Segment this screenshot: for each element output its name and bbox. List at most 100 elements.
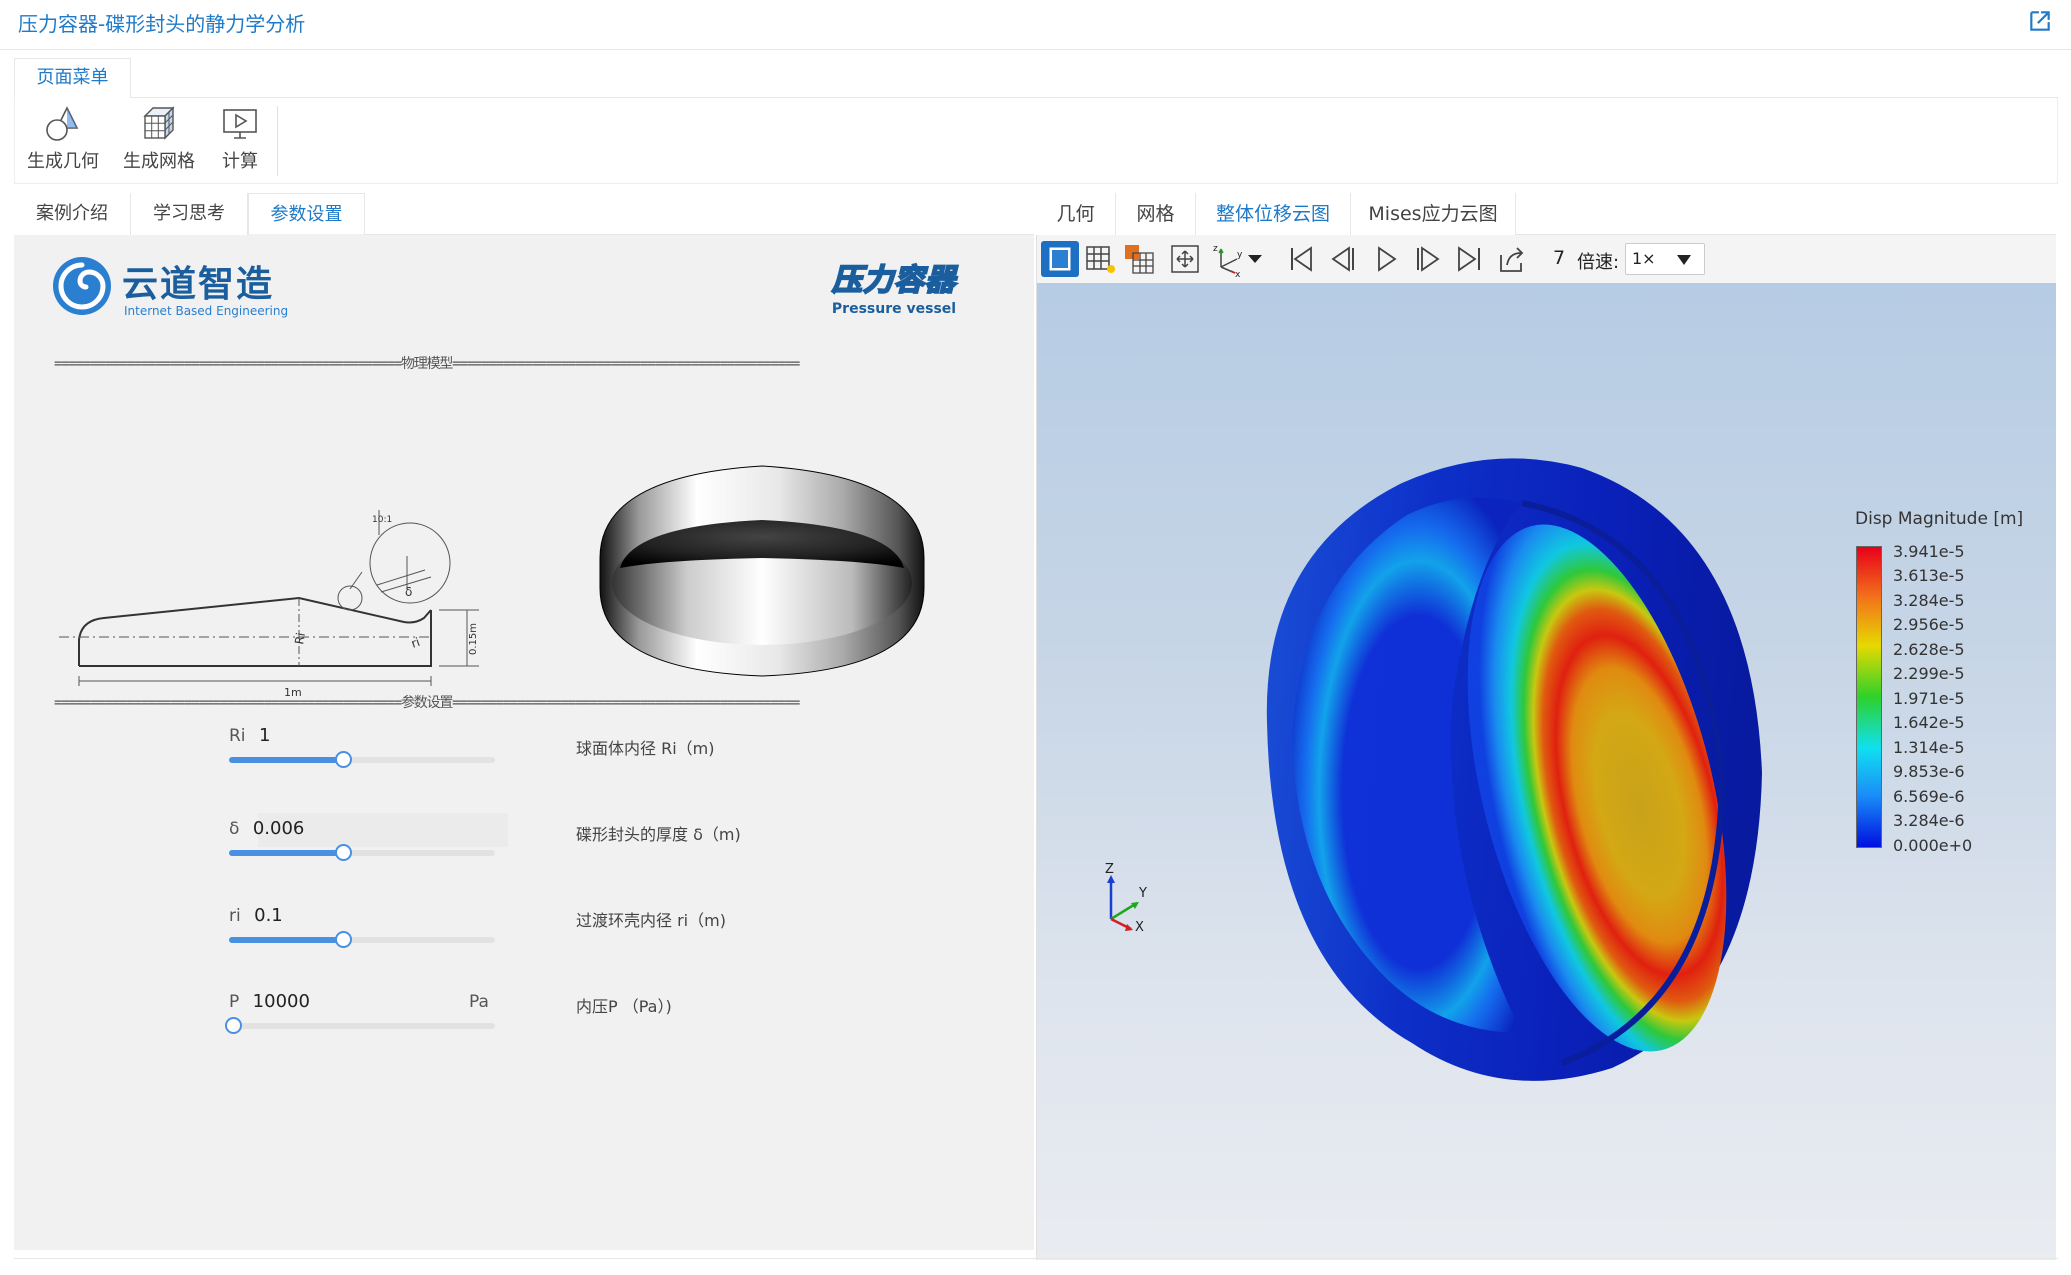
tab-page-menu[interactable]: 页面菜单	[14, 58, 131, 98]
param-Ri-value[interactable]: 1	[259, 725, 270, 746]
mesh-cube-icon	[143, 106, 175, 140]
slider-handle[interactable]	[335, 844, 352, 861]
legend-title: Disp Magnitude [m]	[1855, 509, 2024, 529]
slider-handle[interactable]	[335, 931, 352, 948]
mesh-grid-icon[interactable]	[1081, 241, 1119, 277]
param-delta-desc: 碟形封头的厚度 δ（m)	[576, 825, 741, 844]
product-badge: 压力容器 Pressure vessel	[814, 255, 974, 317]
prev-frame-icon[interactable]	[1325, 241, 1363, 277]
tab-learning[interactable]: 学习思考	[131, 193, 248, 235]
chevron-down-icon	[1677, 255, 1691, 265]
viewer-toolbar: zyx 7 倍速: 1×	[1036, 235, 2056, 283]
head-3d-render	[599, 465, 925, 677]
dim-delta-label: δ	[405, 585, 412, 599]
fit-view-icon[interactable]	[1167, 241, 1205, 277]
slider-handle[interactable]	[335, 751, 352, 768]
result-tab-bar: 几何 网格 整体位移云图 Mises应力云图	[1036, 193, 2056, 235]
result-viewer[interactable]: Disp Magnitude [m] 3.941e-5 3.613e-5 3.2…	[1036, 283, 2056, 1260]
dropdown-arrow-icon[interactable]	[1243, 241, 1267, 277]
solid-view-icon[interactable]	[1041, 241, 1079, 277]
axes-icon[interactable]: zyx	[1209, 241, 1247, 280]
axis-x-label: X	[1135, 920, 1144, 933]
logo-en-text: Internet Based Engineering	[124, 304, 289, 318]
generate-geometry-label: 生成几何	[27, 151, 99, 172]
tab-mises-stress[interactable]: Mises应力云图	[1351, 193, 1516, 235]
param-ri-key: ri	[229, 906, 241, 926]
generate-geometry-button[interactable]: 生成几何	[23, 104, 103, 180]
legend-value: 2.956e-5	[1893, 615, 1965, 634]
left-tab-bar: 案例介绍 学习思考 参数设置	[14, 193, 1034, 235]
light-mesh-icon[interactable]	[1121, 241, 1159, 277]
slider-handle[interactable]	[225, 1017, 242, 1034]
legend-value: 6.569e-6	[1893, 787, 1965, 806]
param-Ri-key: Ri	[229, 726, 246, 746]
param-delta-slider[interactable]	[229, 844, 495, 861]
compute-button[interactable]: 计算	[215, 104, 265, 180]
legend-value: 1.971e-5	[1893, 689, 1965, 708]
orientation-triad: Z Y X	[1105, 863, 1147, 933]
generate-mesh-label: 生成网格	[123, 151, 195, 172]
legend-value: 9.853e-6	[1893, 762, 1965, 781]
parameter-panel: 云道智造 Internet Based Engineering 压力容器 Pre…	[14, 235, 1034, 1250]
compute-label: 计算	[222, 151, 258, 172]
product-cn-text: 压力容器	[831, 262, 956, 299]
generate-mesh-button[interactable]: 生成网格	[119, 104, 199, 180]
param-ri-desc: 过渡环壳内径 ri（m)	[576, 911, 726, 930]
tab-displacement[interactable]: 整体位移云图	[1196, 193, 1351, 235]
param-delta-key: δ	[229, 819, 240, 839]
head-section-drawing: 1m Ri ri δ 0.15m 10:1	[59, 510, 479, 699]
legend-value: 3.613e-5	[1893, 566, 1965, 585]
external-link-icon[interactable]	[2027, 8, 2053, 34]
dim-height-label: 0.15m	[468, 623, 479, 655]
logo-cn-text: 云道智造	[122, 264, 275, 305]
axis-z-label: Z	[1105, 863, 1114, 877]
frame-number: 7	[1553, 247, 1566, 269]
speed-select[interactable]: 1×	[1625, 243, 1705, 275]
legend-value: 3.941e-5	[1893, 542, 1965, 561]
tab-geometry[interactable]: 几何	[1036, 193, 1116, 235]
legend-value: 0.000e+0	[1893, 836, 1973, 855]
legend-color-bar	[1856, 546, 1882, 848]
legend-value: 2.628e-5	[1893, 640, 1965, 659]
next-frame-icon[interactable]	[1409, 241, 1447, 277]
speed-label: 倍速:	[1577, 252, 1620, 273]
tab-case-intro[interactable]: 案例介绍	[14, 193, 131, 235]
param-delta-value[interactable]: 0.006	[253, 818, 305, 839]
param-ri-value[interactable]: 0.1	[254, 905, 283, 926]
displacement-contour-model	[1266, 458, 1762, 1081]
param-Ri-desc: 球面体内径 Ri（m)	[576, 739, 715, 758]
param-P-desc: 内压P （Pa）)	[576, 997, 672, 1016]
param-P-unit: Pa	[469, 992, 489, 1012]
svg-text:z: z	[1213, 244, 1218, 254]
param-P-value[interactable]: 10000	[253, 991, 310, 1012]
section-parameters: ========================================…	[54, 695, 800, 711]
first-frame-icon[interactable]	[1283, 241, 1321, 277]
swirl-logo-icon	[53, 257, 111, 315]
axis-y-label: Y	[1138, 886, 1147, 901]
legend-value: 1.314e-5	[1893, 738, 1965, 757]
export-icon[interactable]	[1493, 241, 1531, 277]
speed-select-value: 1×	[1632, 249, 1656, 268]
detail-scale-label: 10:1	[372, 515, 392, 525]
param-P-slider[interactable]	[225, 1017, 495, 1034]
product-en-text: Pressure vessel	[831, 301, 957, 317]
company-logo: 云道智造 Internet Based Engineering	[52, 253, 312, 323]
compute-monitor-icon	[223, 109, 257, 139]
legend-value: 3.284e-5	[1893, 591, 1965, 610]
legend-value: 2.299e-5	[1893, 664, 1965, 683]
geometry-icon	[46, 106, 79, 141]
last-frame-icon[interactable]	[1451, 241, 1489, 277]
bottom-border	[14, 1258, 2058, 1259]
tab-parameters[interactable]: 参数设置	[248, 193, 365, 235]
title-bar: 压力容器-碟形封头的静力学分析	[0, 0, 2071, 50]
param-ri-slider[interactable]	[229, 931, 495, 948]
page-menu-tabs: 页面菜单	[14, 58, 2058, 98]
legend-value: 3.284e-6	[1893, 811, 1965, 830]
legend-value: 1.642e-5	[1893, 713, 1965, 732]
dim-Ri-label: Ri	[292, 632, 308, 646]
tab-mesh[interactable]: 网格	[1116, 193, 1196, 235]
window-title: 压力容器-碟形封头的静力学分析	[18, 12, 306, 36]
play-icon[interactable]	[1367, 241, 1405, 277]
section-physical-model: ========================================…	[54, 356, 800, 372]
param-Ri-slider[interactable]	[229, 751, 495, 768]
